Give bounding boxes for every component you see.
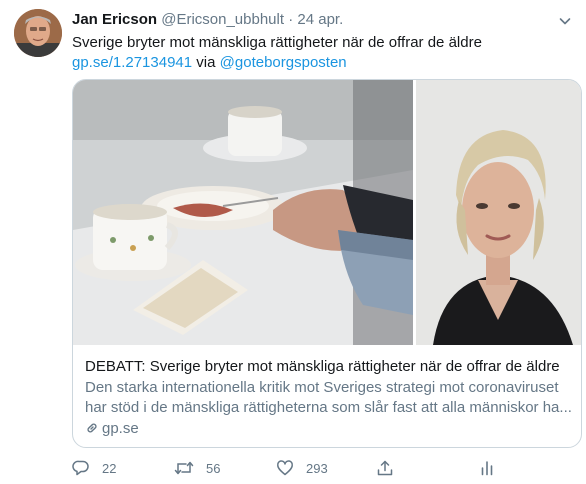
separator-dot: ·	[288, 11, 294, 28]
tweet-body: Sverige bryter mot mänskliga rättigheter…	[72, 34, 482, 51]
share-button[interactable]	[376, 458, 406, 478]
card-description-line: Den starka internationella kritik mot Sv…	[85, 379, 559, 396]
tweet-text: Sverige bryter mot mänskliga rättigheter…	[72, 33, 572, 73]
card-image[interactable]	[73, 80, 581, 345]
mention-link[interactable]: @goteborgsposten	[220, 54, 347, 71]
analytics-icon	[481, 461, 493, 476]
like-count: 293	[306, 460, 328, 476]
reply-button[interactable]: 22	[72, 458, 116, 478]
retweet-count: 56	[206, 460, 221, 476]
reply-count: 22	[102, 460, 117, 476]
tweet[interactable]: Jan Ericson @Ericson_ubbhult · 24 apr. S…	[0, 0, 586, 484]
retweet-button[interactable]: 56	[174, 458, 220, 478]
link-card[interactable]: DEBATT: Sverige bryter mot mänskliga rät…	[72, 79, 582, 448]
like-icon	[277, 460, 293, 476]
tweet-header: Jan Ericson @Ericson_ubbhult · 24 apr.	[72, 11, 343, 29]
card-domain-text: gp.se	[102, 420, 139, 437]
card-title[interactable]: DEBATT: Sverige bryter mot mänskliga rät…	[85, 357, 560, 376]
author-name[interactable]: Jan Ericson	[72, 11, 157, 28]
tweet-link[interactable]: gp.se/1.27134941	[72, 54, 192, 71]
analytics-button[interactable]	[478, 458, 508, 478]
reply-icon	[72, 460, 89, 476]
via-label: via	[196, 54, 216, 71]
card-description-line: har stöd i de mänskliga rättigheterna so…	[85, 399, 571, 416]
share-icon	[377, 460, 393, 476]
retweet-icon	[174, 461, 194, 475]
avatar[interactable]	[14, 9, 62, 57]
like-button[interactable]: 293	[276, 458, 328, 478]
card-description: Den starka internationella kritik mot Sv…	[85, 378, 571, 418]
action-bar: 22 56 293	[72, 458, 572, 478]
link-icon	[85, 421, 99, 440]
tweet-date[interactable]: 24 apr.	[297, 11, 343, 28]
caret-down-icon[interactable]	[558, 14, 572, 28]
card-domain[interactable]: gp.se	[85, 419, 139, 440]
author-handle[interactable]: @Ericson_ubbhult	[161, 11, 284, 28]
